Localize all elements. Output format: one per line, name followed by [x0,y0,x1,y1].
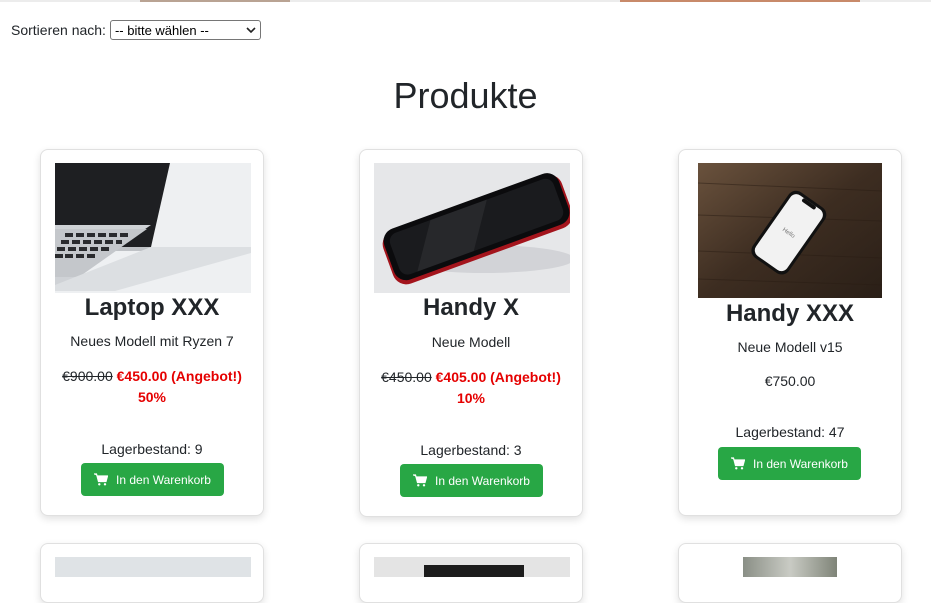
product-description: Neue Modell v15 [737,339,843,355]
product-price: €450.00 €405.00 (Angebot!) 10% [360,367,582,409]
product-card [40,543,264,603]
product-description: Neue Modell [431,334,511,350]
product-image-laptop [55,163,251,293]
product-title: Handy XXX [725,300,855,327]
page-title: Produkte [393,75,538,116]
product-title: Laptop XXX [84,294,220,321]
product-image-phone [374,163,570,293]
sort-label: Sortieren nach: [11,22,106,38]
old-price: €900.00 [62,368,113,384]
cart-icon [413,474,428,487]
product-price: €900.00 €450.00 (Angebot!) 50% [41,366,263,408]
product-card [359,543,583,603]
offer-price: €405.00 (Angebot!) [435,369,561,385]
discount-percent: 10% [456,390,486,406]
add-to-cart-label: In den Warenkorb [753,456,848,471]
sort-bar: Sortieren nach: -- bitte wählen -- [11,20,261,40]
stock-info: Lagerbestand: 47 [735,424,845,440]
product-image-phone-wood: Hello [698,163,882,298]
add-to-cart-button[interactable]: In den Warenkorb [718,447,861,480]
cart-icon [731,457,746,470]
stock-info: Lagerbestand: 3 [420,442,522,458]
product-card: Handy X Neue Modell €450.00 €405.00 (Ang… [359,149,583,517]
add-to-cart-button[interactable]: In den Warenkorb [81,463,224,496]
sort-selected-value: -- bitte wählen -- [114,22,209,38]
product-card: Hello Handy XXX Neue Modell v15 €750.00 … [678,149,902,516]
add-to-cart-label: In den Warenkorb [435,473,530,488]
offer-price: €450.00 (Angebot!) [116,368,242,384]
add-to-cart-label: In den Warenkorb [116,472,211,487]
product-description: Neues Modell mit Ryzen 7 [70,333,234,349]
discount-percent: 50% [137,389,167,405]
product-price: €750.00 [679,371,901,392]
cart-icon [94,473,109,486]
sort-select[interactable]: -- bitte wählen -- [109,20,261,40]
price: €750.00 [764,373,816,389]
product-image [743,557,837,577]
product-image [374,557,570,577]
product-card [678,543,902,603]
chevron-down-icon [246,24,256,36]
stock-info: Lagerbestand: 9 [101,441,203,457]
old-price: €450.00 [381,369,432,385]
product-card: Laptop XXX Neues Modell mit Ryzen 7 €900… [40,149,264,516]
product-image [55,557,251,577]
add-to-cart-button[interactable]: In den Warenkorb [400,464,543,497]
product-title: Handy X [422,294,520,321]
top-image-strip [0,0,931,2]
